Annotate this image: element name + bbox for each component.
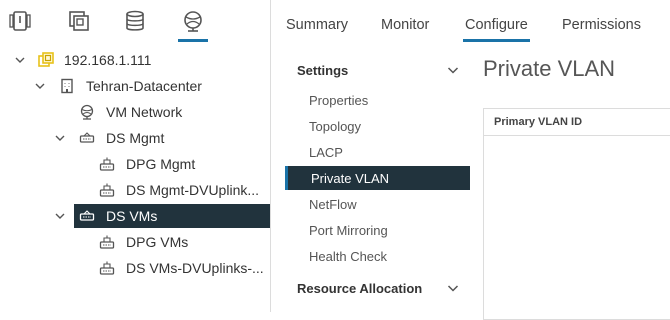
tab-monitor[interactable]: Monitor	[381, 17, 429, 33]
side-item-label: NetFlow	[309, 196, 357, 212]
chevron-down-icon[interactable]	[447, 64, 459, 76]
side-item-topology[interactable]: Topology	[285, 114, 470, 138]
side-item-private-vlan[interactable]: Private VLAN	[285, 166, 470, 190]
settings-section-header[interactable]: Settings	[297, 63, 348, 78]
chevron-down-icon[interactable]	[33, 79, 47, 93]
port-group-icon	[98, 233, 116, 251]
side-item-label: Topology	[309, 118, 362, 134]
tree-node-ds-vms[interactable]: DS VMs	[0, 204, 270, 228]
object-tabs: Summary Monitor Configure Permissions	[271, 0, 670, 44]
side-item-label: Health Check	[309, 248, 388, 264]
chevron-down-icon[interactable]	[447, 282, 459, 294]
tree-node-label: DS VMs	[106, 208, 158, 224]
resource-allocation-section-header[interactable]: Resource Allocation	[297, 281, 422, 296]
tree-node-selected-highlight[interactable]: DS VMs	[74, 204, 270, 228]
navigator-view-tabs	[0, 0, 270, 44]
side-item-properties[interactable]: Properties	[285, 88, 470, 112]
tree-node-label: VM Network	[106, 104, 183, 120]
column-header-label: Primary VLAN ID	[494, 116, 583, 128]
page-title: Private VLAN	[483, 56, 616, 81]
side-item-label: Private VLAN	[311, 170, 390, 186]
tree-node-dpg-vms[interactable]: DPG VMs	[0, 230, 270, 254]
tree-node-label: 192.168.1.111	[64, 52, 152, 68]
vms-templates-tab[interactable]	[64, 8, 94, 38]
inventory-navigator: 192.168.1.111 Tehran-Datacenter VM Netwo…	[0, 0, 271, 312]
chevron-down-icon[interactable]	[53, 209, 67, 223]
port-group-icon	[98, 259, 116, 277]
chevron-down-icon[interactable]	[13, 53, 27, 67]
tree-node-ds-mgmt-uplinks[interactable]: DS Mgmt-DVUplink...	[0, 178, 270, 202]
side-item-port-mirroring[interactable]: Port Mirroring	[285, 218, 470, 242]
tree-node-ds-mgmt[interactable]: DS Mgmt	[0, 126, 270, 150]
object-workspace: Summary Monitor Configure Permissions Se…	[271, 0, 670, 320]
tab-summary[interactable]: Summary	[286, 17, 348, 33]
networking-icon	[181, 9, 205, 38]
configure-side-menu: Settings Properties Topology LACP Privat…	[271, 52, 471, 312]
vms-templates-icon	[67, 9, 91, 38]
tree-node-dpg-mgmt[interactable]: DPG Mgmt	[0, 152, 270, 176]
datacenter-icon	[58, 77, 76, 95]
port-group-icon	[98, 155, 116, 173]
side-item-health-check[interactable]: Health Check	[285, 244, 470, 268]
vcenter-icon	[37, 51, 55, 69]
distributed-switch-icon	[78, 129, 96, 147]
tree-node-label: DS Mgmt	[106, 130, 165, 146]
private-vlan-panel: Private VLAN Primary VLAN ID	[483, 52, 670, 320]
primary-vlan-grid: Primary VLAN ID	[483, 108, 670, 320]
network-icon	[78, 103, 96, 121]
hosts-clusters-tab[interactable]	[5, 8, 35, 38]
tab-configure[interactable]: Configure	[463, 17, 530, 42]
side-item-label: Port Mirroring	[309, 222, 388, 238]
tree-node-label: DS VMs-DVUplinks-...	[126, 260, 264, 276]
tree-node-ds-vms-uplinks[interactable]: DS VMs-DVUplinks-...	[0, 256, 270, 280]
tree-node-vm-network[interactable]: VM Network	[0, 100, 270, 124]
tree-node-vcenter[interactable]: 192.168.1.111	[0, 48, 270, 72]
storage-icon	[123, 9, 147, 38]
side-item-label: Properties	[309, 92, 369, 108]
tree-node-label: DS Mgmt-DVUplink...	[126, 182, 260, 198]
tab-permissions[interactable]: Permissions	[562, 17, 641, 33]
chevron-down-icon[interactable]	[53, 131, 67, 145]
tree-node-label: DPG VMs	[126, 234, 189, 250]
hosts-clusters-icon	[8, 9, 32, 38]
networking-tab[interactable]	[178, 8, 208, 42]
side-item-lacp[interactable]: LACP	[285, 140, 470, 164]
side-item-netflow[interactable]: NetFlow	[285, 192, 470, 216]
tree-node-label: DPG Mgmt	[126, 156, 196, 172]
storage-tab[interactable]	[120, 8, 150, 38]
port-group-icon	[98, 181, 116, 199]
side-item-label: LACP	[309, 144, 343, 160]
tree-node-datacenter[interactable]: Tehran-Datacenter	[0, 74, 270, 98]
tree-node-label: Tehran-Datacenter	[86, 78, 202, 94]
column-header-primary-vlan-id[interactable]: Primary VLAN ID	[484, 109, 670, 136]
distributed-switch-icon	[78, 207, 96, 225]
